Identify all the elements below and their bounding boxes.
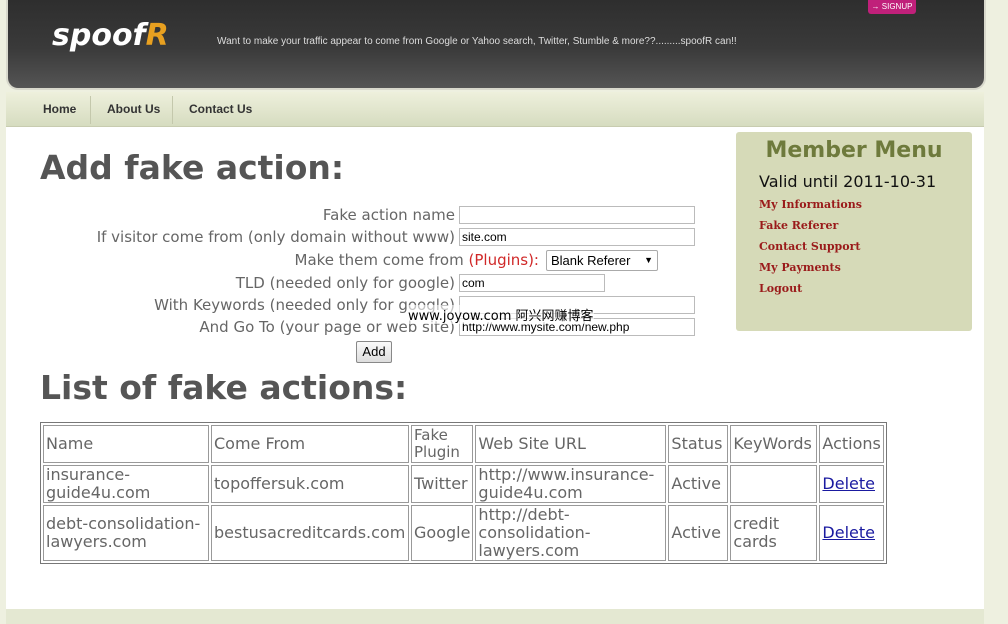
logo-accent: R (145, 18, 169, 53)
column-header: Name (43, 425, 209, 463)
row-keywords: credit cards (730, 505, 818, 561)
nav-contact-us[interactable]: Contact Us (189, 92, 252, 126)
row-actions: Delete (819, 505, 884, 561)
plugin-select-value: Blank Referer (551, 253, 631, 268)
menu-link-contact-support[interactable]: Contact Support (759, 240, 860, 253)
tld-input[interactable]: com (459, 274, 605, 292)
tld-label: TLD (needed only for google) (235, 274, 455, 292)
main-nav: Home About Us Contact Us (6, 92, 984, 127)
row-plugin: Twitter (411, 465, 474, 503)
column-header: Status (668, 425, 729, 463)
column-header: Actions (819, 425, 884, 463)
valid-until-text: Valid until 2011-10-31 (759, 172, 937, 191)
row-plugin: Google (411, 505, 474, 561)
go-to-label: And Go To (your page or web site) (199, 318, 455, 336)
row-name: insurance-guide4u.com (43, 465, 209, 503)
delete-link[interactable]: Delete (822, 523, 875, 542)
nav-divider (172, 96, 173, 124)
menu-link-logout[interactable]: Logout (759, 282, 802, 295)
row-url: http://www.insurance-guide4u.com (475, 465, 667, 503)
add-button[interactable]: Add (356, 341, 392, 363)
logo-main: spoof (52, 18, 146, 53)
fake-actions-table: Name Come From Fake Plugin Web Site URL … (40, 422, 887, 564)
menu-link-fake-referer[interactable]: Fake Referer (759, 219, 838, 232)
column-header: Fake Plugin (411, 425, 474, 463)
column-header: KeyWords (730, 425, 818, 463)
tagline: Want to make your traffic appear to come… (217, 36, 737, 47)
site-header: spoofR Want to make your traffic appear … (8, 0, 984, 88)
row-keywords (730, 465, 818, 503)
row-status: Active (668, 465, 729, 503)
plugin-select[interactable]: Blank Referer ▼ (546, 250, 658, 271)
menu-link-my-informations[interactable]: My Informations (759, 198, 862, 211)
fake-action-name-input[interactable] (459, 206, 695, 224)
visitor-from-label: If visitor come from (only domain withou… (96, 228, 455, 246)
chevron-down-icon: ▼ (644, 255, 653, 265)
come-from-label: Make them come from (Plugins): (99, 251, 540, 269)
column-header: Web Site URL (475, 425, 667, 463)
row-from: topoffersuk.com (211, 465, 409, 503)
nav-divider (90, 96, 91, 124)
delete-link[interactable]: Delete (822, 474, 875, 493)
fake-action-name-label: Fake action name (322, 206, 455, 224)
table-row: insurance-guide4u.com topoffersuk.com Tw… (43, 465, 884, 503)
keywords-label: With Keywords (needed only for google) (154, 296, 455, 314)
row-name: debt-consolidation-lawyers.com (43, 505, 209, 561)
row-url: http://debt-consolidation-lawyers.com (475, 505, 667, 561)
signup-button[interactable]: → SIGNUP (868, 0, 916, 14)
footer-strip (6, 609, 984, 624)
add-action-title: Add fake action: (40, 148, 345, 187)
menu-link-my-payments[interactable]: My Payments (759, 261, 841, 274)
visitor-from-input[interactable]: site.com (459, 228, 695, 246)
table-row: debt-consolidation-lawyers.com bestusacr… (43, 505, 884, 561)
row-actions: Delete (819, 465, 884, 503)
member-menu-title: Member Menu (765, 138, 943, 163)
plugins-link[interactable]: (Plugins): (469, 251, 540, 269)
table-header-row: Name Come From Fake Plugin Web Site URL … (43, 425, 884, 463)
nav-about-us[interactable]: About Us (107, 92, 160, 126)
list-title: List of fake actions: (40, 368, 408, 407)
logo[interactable]: spoofR (52, 18, 169, 53)
nav-home[interactable]: Home (43, 92, 76, 126)
row-from: bestusacreditcards.com (211, 505, 409, 561)
member-menu: Member Menu Valid until 2011-10-31 My In… (736, 132, 972, 331)
make-them-come-from-text: Make them come from (294, 251, 464, 269)
watermark-text: www.joyow.com 阿兴网赚博客 (408, 305, 594, 324)
row-status: Active (668, 505, 729, 561)
column-header: Come From (211, 425, 409, 463)
